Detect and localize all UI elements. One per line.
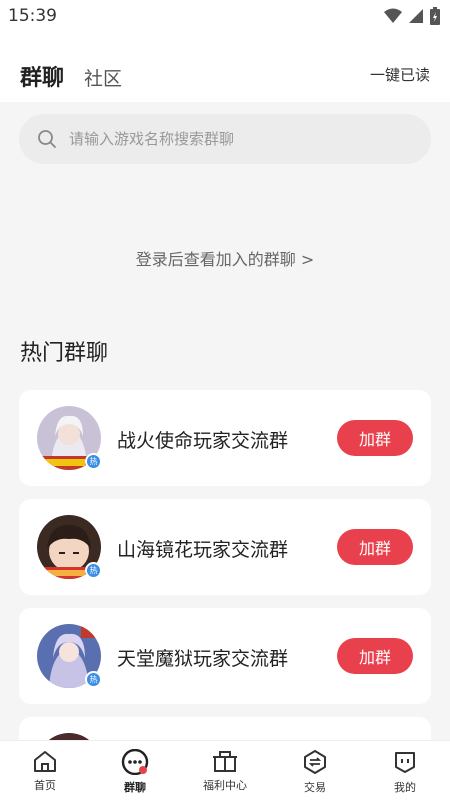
join-group-button[interactable]: 加群 (337, 638, 413, 674)
nav-item-trade[interactable]: 交易 (270, 741, 360, 800)
profile-icon (395, 752, 415, 773)
tab-group-chat[interactable]: 群聊 (20, 60, 64, 92)
login-hint-link[interactable]: 登录后查看加入的群聊 > (0, 246, 450, 270)
group-name: 天堂魔狱玩家交流群 (117, 648, 289, 670)
hot-badge: 热 (85, 453, 102, 470)
nav-label-home: 首页 (34, 779, 56, 792)
nav-label-welfare-center: 福利中心 (203, 779, 247, 792)
wifi-icon (384, 8, 402, 23)
nav-label-group-chat: 群聊 (124, 781, 146, 794)
group-name: 战火使命玩家交流群 (117, 430, 289, 452)
status-bar: 15:39 (0, 0, 450, 34)
hot-groups-title: 热门群聊 (20, 341, 109, 366)
status-icons (384, 7, 440, 25)
group-card[interactable]: 热 山海镜花玩家交流群 加群 (19, 499, 431, 595)
nav-item-welfare-center[interactable]: 福利中心 (180, 741, 270, 800)
hot-badge: 热 (85, 562, 102, 579)
nav-item-group-chat[interactable]: 群聊 (90, 741, 180, 800)
nav-label-mine: 我的 (394, 781, 416, 794)
chat-bubble-icon (121, 749, 149, 775)
gift-box-icon (213, 751, 237, 772)
group-name: 山海镜花玩家交流群 (117, 539, 289, 561)
group-card[interactable]: 热 天堂魔狱玩家交流群 加群 (19, 608, 431, 704)
search-bar[interactable] (19, 114, 431, 164)
signal-icon (409, 9, 423, 23)
join-group-button[interactable]: 加群 (337, 420, 413, 456)
home-icon (34, 751, 56, 772)
tab-group: 群聊 社区 (20, 60, 122, 92)
status-time: 15:39 (8, 6, 57, 26)
hot-badge: 热 (85, 671, 102, 688)
search-input[interactable] (69, 130, 399, 148)
nav-item-home[interactable]: 首页 (0, 741, 90, 800)
mark-all-read-button[interactable]: 一键已读 (370, 64, 430, 85)
tab-community[interactable]: 社区 (84, 64, 122, 91)
battery-icon (430, 7, 440, 25)
search-icon (38, 130, 56, 148)
header: 群聊 社区 一键已读 (0, 34, 450, 102)
exchange-icon (304, 750, 326, 774)
bottom-nav: 首页 群聊 福利中心 交易 我的 (0, 740, 450, 800)
nav-item-mine[interactable]: 我的 (360, 741, 450, 800)
nav-label-trade: 交易 (304, 781, 326, 794)
join-group-button[interactable]: 加群 (337, 529, 413, 565)
group-card[interactable]: 热 战火使命玩家交流群 加群 (19, 390, 431, 486)
